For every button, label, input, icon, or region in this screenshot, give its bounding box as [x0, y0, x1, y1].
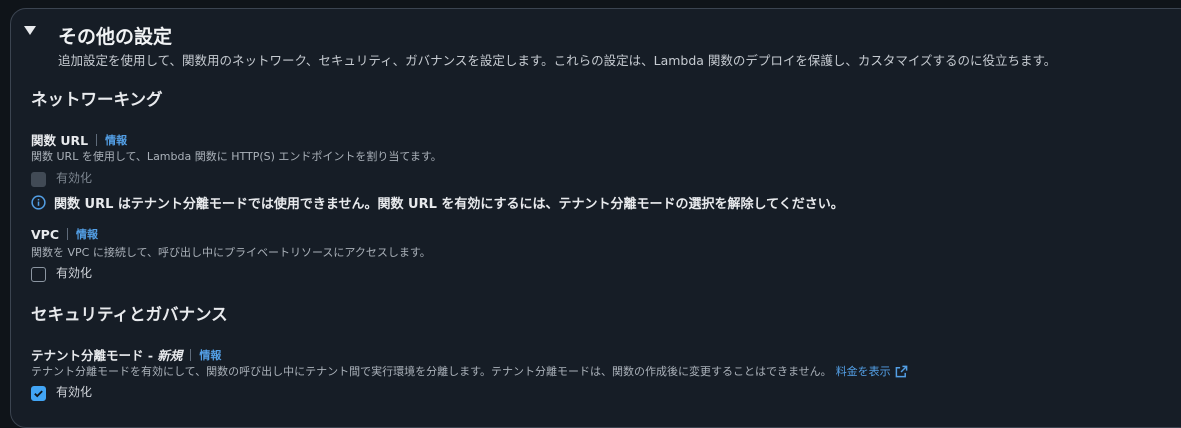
vpc-checkbox[interactable] — [31, 267, 46, 282]
vpc-label: VPC — [31, 226, 60, 242]
function-url-label-row: 関数 URL 情報 — [31, 130, 127, 149]
label-separator — [96, 133, 98, 146]
tenant-isolation-info-link[interactable]: 情報 — [199, 347, 221, 363]
security-heading: セキュリティとガバナンス — [31, 305, 228, 324]
function-url-description: 関数 URL を使用して、Lambda 関数に HTTP(S) エンドポイントを… — [31, 150, 442, 163]
info-icon — [31, 195, 46, 210]
external-link-icon[interactable] — [895, 365, 908, 378]
vpc-description: 関数を VPC に接続して、呼び出し中にプライベートリソースにアクセスします。 — [31, 246, 431, 259]
vpc-checkbox-row: 有効化 — [31, 263, 92, 282]
section-title: その他の設定 — [58, 26, 173, 48]
function-url-notice: 関数 URL はテナント分離モードでは使用できません。関数 URL を有効にする… — [31, 193, 844, 212]
function-url-checkbox-row: 有効化 — [31, 168, 92, 187]
tenant-isolation-checkbox[interactable] — [31, 386, 46, 401]
vpc-checkbox-label: 有効化 — [56, 266, 93, 280]
tenant-isolation-label-text: テナント分離モード - — [31, 348, 158, 363]
function-url-checkbox[interactable] — [31, 172, 46, 187]
tenant-isolation-label: テナント分離モード - 新規 — [31, 345, 182, 364]
collapse-toggle-icon[interactable] — [24, 26, 36, 35]
vpc-label-row: VPC 情報 — [31, 226, 98, 242]
tenant-isolation-description: テナント分離モードを有効にして、関数の呼び出し中にテナント間で実行環境を分離しま… — [31, 365, 832, 378]
pricing-link[interactable]: 料金を表示 — [836, 363, 891, 379]
vpc-info-link[interactable]: 情報 — [76, 226, 98, 242]
function-url-info-link[interactable]: 情報 — [105, 132, 127, 148]
tenant-isolation-description-row: テナント分離モードを有効にして、関数の呼び出し中にテナント間で実行環境を分離しま… — [31, 363, 908, 379]
function-url-notice-text: 関数 URL はテナント分離モードでは使用できません。関数 URL を有効にする… — [54, 197, 844, 212]
tenant-isolation-label-row: テナント分離モード - 新規 情報 — [31, 345, 221, 364]
tenant-isolation-checkbox-label: 有効化 — [56, 385, 93, 399]
checkmark-icon — [34, 390, 43, 398]
new-badge: 新規 — [157, 348, 183, 363]
function-url-label: 関数 URL — [31, 133, 89, 148]
section-description: 追加設定を使用して、関数用のネットワーク、セキュリティ、ガバナンスを設定します。… — [58, 53, 1057, 68]
tenant-isolation-checkbox-row: 有効化 — [31, 382, 92, 401]
label-separator — [190, 348, 192, 361]
networking-heading: ネットワーキング — [31, 90, 163, 109]
label-separator — [67, 228, 69, 240]
function-url-checkbox-label: 有効化 — [56, 171, 93, 185]
